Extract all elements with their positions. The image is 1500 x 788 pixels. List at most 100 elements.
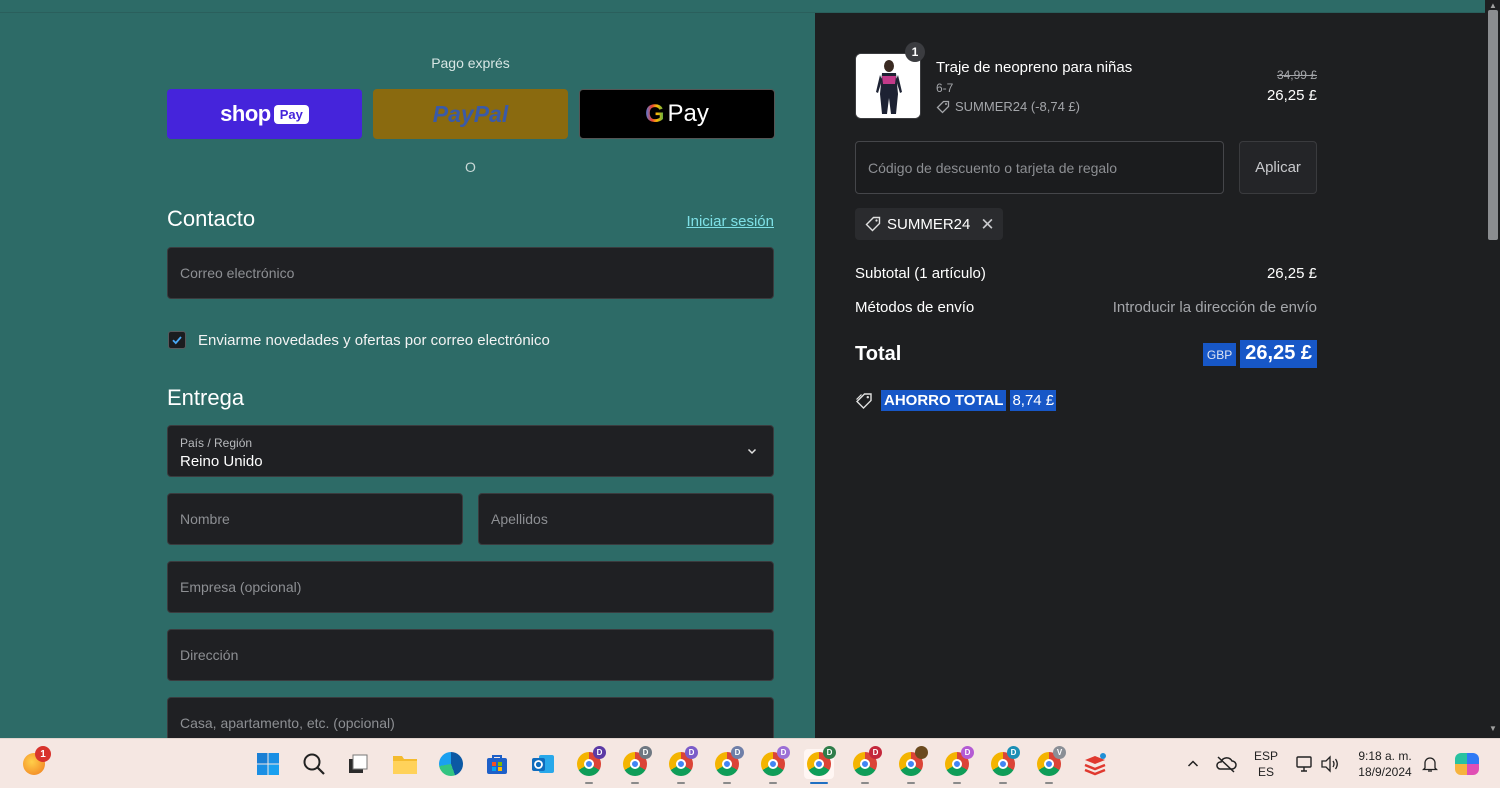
start-button[interactable] (253, 749, 283, 779)
last-name-field[interactable]: Apellidos (478, 493, 774, 545)
profile-badge: D (731, 746, 744, 759)
running-indicator (769, 782, 777, 784)
chrome-window-button[interactable]: D (850, 746, 882, 784)
running-indicator (907, 782, 915, 784)
shop-pay-button[interactable]: shop Pay (167, 89, 362, 139)
company-field[interactable]: Empresa (opcional) (167, 561, 774, 613)
edge-button[interactable] (436, 749, 466, 779)
chrome-window-button[interactable]: D (758, 746, 790, 784)
task-view-button[interactable] (343, 749, 373, 779)
active-indicator (810, 782, 828, 784)
total-row: Total GBP 26,25 £ (855, 339, 1317, 369)
contact-title: Contacto (167, 206, 256, 231)
apply-discount-button[interactable]: Aplicar (1239, 141, 1317, 194)
company-placeholder: Empresa (opcional) (180, 579, 302, 595)
shipping-row: Métodos de envío Introducir la dirección… (855, 299, 1317, 316)
search-button[interactable] (299, 749, 329, 779)
total-amount: 26,25 £ (1240, 340, 1317, 368)
first-name-field[interactable]: Nombre (167, 493, 463, 545)
subtotal-label: Subtotal (1 artículo) (855, 265, 986, 282)
clock-time: 9:18 a. m. (1358, 749, 1412, 763)
express-checkout-label: Pago exprés (431, 55, 510, 71)
newsletter-label: Enviarme novedades y ofertas por correo … (198, 331, 550, 349)
notifications-button[interactable] (1415, 749, 1445, 779)
clock-date: 18/9/2024 (1358, 765, 1412, 779)
product-discount-text: SUMMER24 (-8,74 £) (955, 99, 1080, 114)
newsletter-row: Enviarme novedades y ofertas por correo … (168, 331, 550, 349)
subtotal-value: 26,25 £ (1266, 265, 1317, 282)
scrollbar-thumb[interactable] (1488, 10, 1498, 240)
chevron-down-icon (747, 448, 757, 455)
outlook-button[interactable] (528, 749, 558, 779)
paypal-logo: PayPal (432, 100, 509, 127)
address-placeholder: Dirección (180, 647, 239, 663)
total-label: Total (855, 342, 902, 365)
store-button[interactable] (482, 749, 512, 779)
copilot-button[interactable] (1452, 749, 1482, 779)
remove-code-close-icon[interactable]: ✕ (980, 216, 994, 233)
google-g-icon: G (645, 99, 665, 128)
google-pay-logo: G Pay (645, 100, 709, 129)
login-link[interactable]: Iniciar sesión (686, 213, 774, 230)
scroll-down-icon[interactable]: ▼ (1489, 724, 1497, 733)
wetsuit-image (856, 54, 920, 118)
chrome-window-button[interactable]: D (712, 746, 744, 784)
show-hidden-icons-button[interactable] (1178, 749, 1208, 779)
total-savings: AHORRO TOTAL 8,74 £ (855, 390, 1057, 411)
paypal-button[interactable]: PayPal (373, 89, 568, 139)
chrome-window-button[interactable] (896, 746, 928, 784)
discount-code-input[interactable]: Código de descuento o tarjeta de regalo (855, 141, 1224, 194)
chrome-window-button[interactable]: D (666, 746, 698, 784)
running-indicator (631, 782, 639, 784)
notification-badge: 1 (35, 746, 51, 762)
subtotal-row: Subtotal (1 artículo) 26,25 £ (855, 265, 1317, 282)
copilot-icon (1455, 753, 1479, 775)
volume-button[interactable] (1315, 749, 1345, 779)
newsletter-checkbox[interactable] (168, 331, 186, 349)
page-scrollbar[interactable]: ▲ ▼ (1485, 0, 1500, 738)
stack-app-button[interactable] (1080, 749, 1110, 779)
profile-badge: D (1007, 746, 1020, 759)
profile-badge: D (961, 746, 974, 759)
running-indicator (723, 782, 731, 784)
chrome-window-button[interactable]: V (1034, 746, 1066, 784)
running-indicator (1045, 782, 1053, 784)
or-divider: O (465, 159, 476, 175)
speaker-icon (1321, 755, 1338, 773)
last-name-placeholder: Apellidos (491, 511, 548, 527)
language-indicator[interactable]: ESP ES (1250, 748, 1282, 780)
chrome-window-button[interactable]: D (942, 746, 974, 784)
profile-badge: D (639, 746, 652, 759)
savings-tag-icon (856, 392, 872, 409)
language-bottom: ES (1257, 765, 1274, 779)
apartment-field[interactable]: Casa, apartamento, etc. (opcional) (167, 697, 774, 738)
chrome-window-button[interactable]: D (988, 746, 1020, 784)
applied-code-text: SUMMER24 (887, 215, 971, 233)
clock[interactable]: 9:18 a. m. 18/9/2024 (1350, 748, 1420, 780)
checkout-form: Pago exprés shop Pay PayPal G Pay O Cont… (0, 13, 815, 738)
product-name: Traje de neopreno para niñas (936, 59, 1133, 76)
profile-badge: D (823, 746, 836, 759)
savings-value: 8,74 £ (1010, 390, 1057, 411)
shop-pay-word: shop (220, 101, 271, 126)
chrome-window-button[interactable]: D (620, 746, 652, 784)
first-name-placeholder: Nombre (180, 511, 230, 527)
order-summary: 1 Traje de neopreno para niñas 6-7 SUMME… (815, 13, 1485, 738)
address-field[interactable]: Dirección (167, 629, 774, 681)
applied-code-chip: SUMMER24 ✕ (855, 208, 1003, 240)
file-explorer-button[interactable] (390, 749, 420, 779)
cloud-offline-icon (1216, 756, 1237, 773)
email-field[interactable]: Correo electrónico (167, 247, 774, 299)
chrome-window-button[interactable]: D (574, 746, 606, 784)
original-price: 34,99 £ (1276, 68, 1317, 82)
country-value: Reino Unido (180, 453, 263, 470)
product-discount: SUMMER24 (-8,74 £) (936, 99, 1080, 114)
onedrive-button[interactable] (1211, 749, 1241, 779)
scroll-up-icon[interactable]: ▲ (1489, 1, 1497, 10)
google-pay-button[interactable]: G Pay (579, 89, 775, 139)
weather-widget-icon[interactable]: 1 (19, 746, 51, 779)
country-select[interactable]: País / Región Reino Unido (167, 425, 774, 477)
task-view-icon (349, 754, 368, 773)
chrome-window-button-active[interactable]: D (804, 746, 836, 784)
shipping-value: Introducir la dirección de envío (1112, 299, 1317, 316)
